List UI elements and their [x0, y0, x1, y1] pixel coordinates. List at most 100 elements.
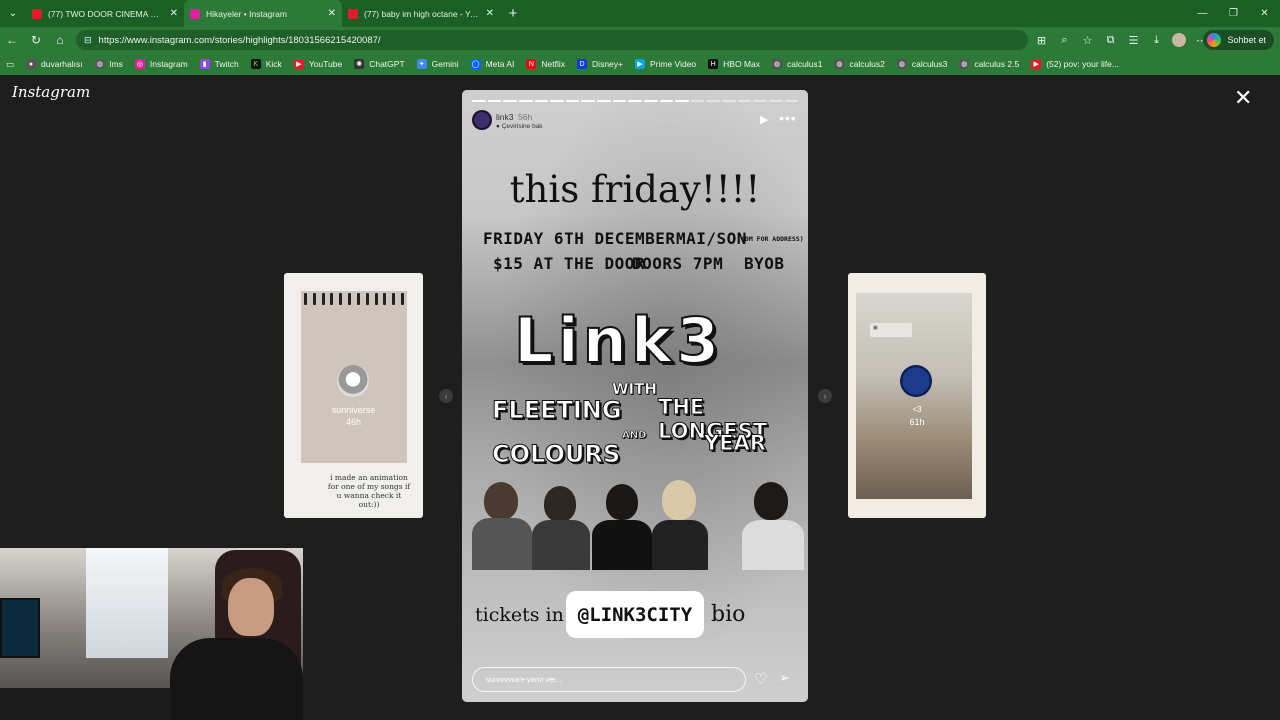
new-tab-button[interactable]: + — [500, 5, 526, 22]
translate-link[interactable]: ● Çevirisine bak — [496, 123, 543, 130]
close-window-icon[interactable]: ✕ — [1249, 0, 1280, 27]
poster-and: AND — [622, 430, 647, 442]
bookmark-item[interactable]: ✺ ChatGPT — [354, 59, 405, 69]
progress-segment — [675, 100, 689, 102]
url-input[interactable]: ⊟ https://www.instagram.com/stories/high… — [76, 30, 1028, 50]
more-options-icon[interactable]: ••• — [779, 110, 797, 126]
bookmark-item[interactable]: H HBO Max — [708, 59, 760, 69]
story-age: 46h — [345, 417, 362, 427]
poster-doors: DOORS 7PM — [632, 254, 724, 273]
bookmark-item[interactable]: ◯ Meta AI — [470, 59, 514, 69]
story-username: sunniverse — [331, 405, 376, 415]
address-toolbar: ← ↻ ⌂ ⊟ https://www.instagram.com/storie… — [0, 27, 1280, 53]
bookmark-label: calculus2 — [849, 59, 885, 69]
home-icon[interactable]: ⌂ — [48, 27, 72, 53]
bookmark-label: lms — [109, 59, 123, 69]
active-story[interactable]: link3 56h ● Çevirisine bak ▶ ••• this fr… — [462, 90, 808, 702]
globe-icon: ◍ — [834, 59, 845, 69]
favorites-icon[interactable]: ☰ — [1122, 34, 1145, 47]
copilot-label: Sohbet et — [1227, 35, 1266, 45]
bookmark-label: Netflix — [541, 59, 566, 69]
favorite-star-icon[interactable]: ☆ — [1076, 34, 1099, 47]
previous-arrow-icon[interactable]: ‹ — [439, 389, 453, 403]
instagram-icon: ◎ — [134, 59, 145, 69]
refresh-icon[interactable]: ↻ — [24, 27, 48, 53]
band-photo — [462, 478, 808, 570]
back-icon[interactable]: ← — [0, 27, 24, 53]
close-tab-icon[interactable]: ✕ — [486, 8, 494, 19]
copilot-button[interactable]: Sohbet et — [1203, 30, 1274, 50]
extensions-icon[interactable]: ⧉ — [1099, 34, 1122, 47]
progress-segment — [659, 100, 674, 102]
tab-baby-im-high-octane[interactable]: (77) baby im high octane - YouTub ✕ — [342, 0, 500, 27]
instagram-icon — [190, 8, 200, 19]
story-age: 61h — [909, 417, 925, 427]
profile-avatar[interactable] — [1172, 33, 1186, 47]
bookmark-label: HBO Max — [723, 59, 760, 69]
next-arrow-icon[interactable]: › — [818, 389, 832, 403]
bookmark-item[interactable]: ● duvarhalısı — [26, 59, 83, 69]
progress-segment — [753, 100, 767, 102]
reply-input[interactable]: sunnivvva'e yanıt ver... — [472, 667, 746, 692]
bookmarks-bar: ▭ ● duvarhalısı ◍ lms ◎ Instagram ▮ Twitch K… — [0, 53, 1280, 75]
sticker-chip: ▣ — [870, 323, 912, 337]
previous-story-preview[interactable]: sunniverse 46h i made an animation for o… — [284, 273, 423, 518]
bookmark-item[interactable]: ◍ calculus3 — [896, 59, 947, 69]
story-username: <3 — [912, 405, 922, 414]
tab-instagram-stories[interactable]: Hikayeler • Instagram ✕ — [184, 0, 342, 27]
bookmark-item[interactable]: N Netflix — [526, 59, 565, 69]
youtube-icon — [348, 8, 358, 19]
bookmarks-menu-icon[interactable]: ▭ — [6, 59, 14, 70]
close-icon[interactable]: ✕ — [1234, 87, 1252, 109]
copilot-icon — [1207, 33, 1222, 47]
bookmark-item[interactable]: ◍ calculus1 — [772, 59, 822, 69]
bookmark-item[interactable]: ◍ lms — [94, 59, 123, 69]
tab-two-door-cinema-club[interactable]: (77) TWO DOOR CINEMA CLUB | S ✕ — [26, 0, 184, 27]
minimize-icon[interactable]: — — [1187, 0, 1218, 27]
bookmark-label: duvarhalısı — [41, 59, 83, 69]
progress-segment — [784, 100, 799, 102]
disney-icon: D — [577, 59, 588, 69]
bookmark-item[interactable]: ◎ Instagram — [134, 59, 188, 69]
bookmark-item[interactable]: K Kick — [250, 59, 282, 69]
mention-sticker[interactable]: @LINK3CITY — [566, 591, 704, 638]
instagram-logo[interactable]: Instagram — [12, 83, 90, 101]
poster-date: FRIDAY 6TH DECEMBER — [483, 229, 676, 248]
globe-icon: ◍ — [896, 59, 907, 69]
zoom-icon[interactable]: ⌕ — [1053, 34, 1076, 47]
like-heart-icon[interactable]: ♡ — [754, 670, 767, 688]
tab-list-icon[interactable]: ⌄ — [0, 0, 26, 27]
avatar[interactable] — [472, 110, 492, 130]
send-icon[interactable]: ➢ — [779, 670, 790, 686]
mention-handle: @LINK3CITY — [577, 603, 693, 626]
bookmark-item[interactable]: ◍ calculus 2.5 — [959, 59, 1019, 69]
close-tab-icon[interactable]: ✕ — [328, 8, 336, 19]
meta-icon: ◯ — [470, 59, 481, 69]
site-info-icon[interactable]: ⊟ — [84, 35, 92, 46]
progress-segment — [503, 100, 517, 102]
story-username[interactable]: link3 — [496, 112, 513, 122]
bookmark-item[interactable]: ✦ Gemini — [416, 59, 459, 69]
bookmark-item[interactable]: ▶ YouTube — [293, 59, 342, 69]
bookmark-item[interactable]: ◍ calculus2 — [834, 59, 885, 69]
story-age: 56h — [518, 112, 533, 122]
restore-icon[interactable]: ❐ — [1218, 0, 1249, 27]
bookmark-label: Instagram — [149, 59, 188, 69]
poster-headline: this friday!!!! — [509, 168, 761, 211]
story-progress-bar — [472, 100, 799, 102]
downloads-icon[interactable]: ⤓ — [1145, 34, 1168, 47]
progress-segment — [628, 100, 642, 102]
next-story-preview[interactable]: ▣ <3 61h — [848, 273, 986, 518]
streamer-face — [228, 578, 274, 636]
bookmark-item[interactable]: ▮ Twitch — [199, 59, 239, 69]
bookmark-item[interactable]: ▶ Prime Video — [635, 59, 696, 69]
progress-segment — [722, 100, 736, 102]
room-monitor — [0, 598, 40, 658]
play-icon[interactable]: ▶ — [760, 113, 768, 126]
bookmark-item[interactable]: ▶ (52) pov: your life... — [1031, 59, 1119, 69]
close-tab-icon[interactable]: ✕ — [170, 8, 178, 19]
globe-icon: ● — [26, 59, 37, 69]
bookmark-item[interactable]: D Disney+ — [577, 59, 623, 69]
tab-title: Hikayeler • Instagram — [206, 8, 287, 19]
app-available-icon[interactable]: ⊞ — [1030, 34, 1053, 47]
